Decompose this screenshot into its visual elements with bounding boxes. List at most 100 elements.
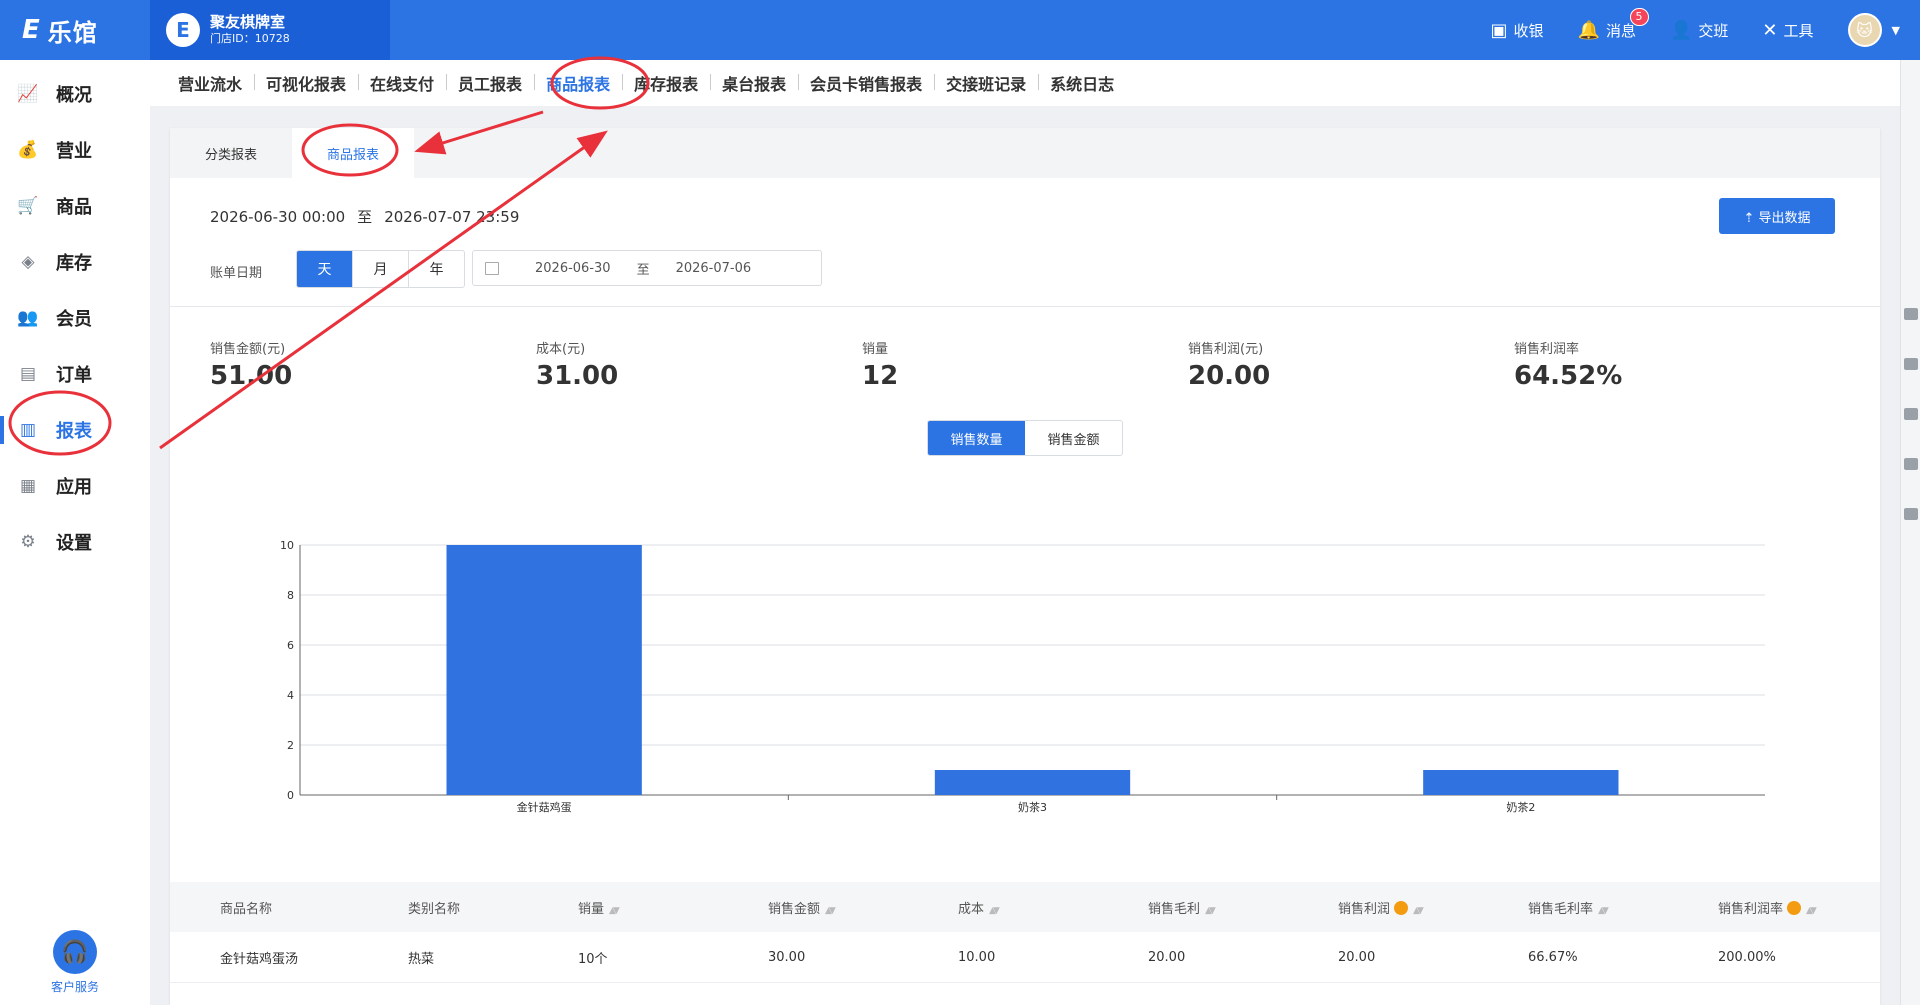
tab-business-flow[interactable]: 营业流水 — [166, 71, 254, 95]
period-day-button[interactable]: 天 — [297, 251, 352, 287]
message-icon[interactable] — [1904, 358, 1918, 370]
tab-shift-records[interactable]: 交接班记录 — [934, 71, 1038, 95]
user-icon[interactable] — [1904, 408, 1918, 420]
toggle-sales-quantity[interactable]: 销售数量 — [928, 421, 1025, 455]
tab-member-card-report[interactable]: 会员卡销售报表 — [798, 71, 934, 95]
sidebar-item-goods[interactable]: 🛒 商品 — [0, 178, 150, 234]
sidebar-item-overview[interactable]: 📈 概况 — [0, 66, 150, 122]
sidebar-item-orders[interactable]: ▤ 订单 — [0, 346, 150, 402]
handover-label: 交班 — [1698, 21, 1729, 40]
bill-date-label: 账单日期 — [210, 266, 263, 281]
right-side-toolbar — [1900, 60, 1920, 1005]
sort-icon[interactable]: ▲▼ — [989, 906, 1000, 916]
column-header[interactable]: 成本 ▲▼ — [928, 898, 1118, 917]
export-data-button[interactable]: ⇡ 导出数据 — [1719, 198, 1835, 234]
column-header[interactable]: 销售利润 ▲▼ — [1308, 898, 1498, 917]
stat-label: 成本(元) — [536, 342, 586, 357]
stat-value: 12 — [862, 361, 899, 391]
sales-bar-chart: 0 2 4 6 8 10 金针菇鸡蛋 奶茶3 奶茶2 — [280, 539, 1765, 814]
column-header-label: 销售金额 — [768, 901, 821, 917]
cash-register-icon: ▣ — [1490, 19, 1508, 41]
tab-visual-report[interactable]: 可视化报表 — [254, 71, 358, 95]
column-header: 商品名称 — [170, 898, 358, 917]
column-header[interactable]: 销售毛利率 ▲▼ — [1498, 898, 1688, 917]
tab-goods-report[interactable]: 商品报表 — [534, 71, 622, 95]
sidebar-item-label: 营业 — [56, 141, 92, 162]
messages-button[interactable]: 🔔 消息 5 — [1578, 7, 1649, 41]
members-icon: 👥 — [17, 308, 39, 328]
tools-button[interactable]: ✕ 工具 — [1762, 20, 1813, 41]
top-bar: E 乐馆 E 聚友棋牌室 门店ID：10728 ▣ 收银 🔔 消息 5 👤 交班… — [0, 0, 1920, 60]
table-row[interactable]: 金针菇鸡蛋汤 热菜 10个 30.00 10.00 20.00 20.00 66.67% 200… — [170, 932, 1880, 983]
sort-icon[interactable]: ▲▼ — [1598, 906, 1609, 916]
app-logo[interactable]: E 乐馆 — [0, 0, 150, 60]
stat-label: 销售金额(元) — [210, 342, 286, 357]
tab-inventory-report[interactable]: 库存报表 — [622, 71, 710, 95]
sidebar-item-inventory[interactable]: ◈ 库存 — [0, 234, 150, 290]
calendar-icon — [485, 261, 499, 275]
tray-icon[interactable] — [1904, 308, 1918, 320]
order-icon: ▤ — [19, 364, 37, 384]
sidebar-item-business[interactable]: 💰 营业 — [0, 122, 150, 178]
column-header[interactable]: 销售毛利 ▲▼ — [1118, 898, 1308, 917]
column-header[interactable]: 销售金额 ▲▼ — [738, 898, 928, 917]
cashier-button[interactable]: ▣ 收银 — [1491, 20, 1544, 41]
sort-icon[interactable]: ▲▼ — [1205, 906, 1216, 916]
period-year-button[interactable]: 年 — [408, 251, 464, 287]
printer-icon[interactable] — [1904, 458, 1918, 470]
cashier-label: 收银 — [1513, 21, 1544, 40]
column-header-label: 销售利润率 — [1718, 901, 1784, 917]
column-header[interactable]: 销量 ▲▼ — [548, 898, 738, 917]
report-panel: 分类报表 商品报表 2026-06-30 00:00 至 2026-07-07 23… — [170, 128, 1880, 1005]
tab-table-report[interactable]: 桌台报表 — [710, 71, 798, 95]
sort-icon[interactable]: ▲▼ — [825, 906, 836, 916]
store-id: 门店ID：10728 — [210, 32, 290, 45]
chevron-down-icon[interactable]: ▼ — [1892, 24, 1900, 37]
subtab-category-report[interactable]: 分类报表 — [170, 128, 292, 178]
sidebar-item-label: 订单 — [56, 365, 92, 386]
tab-online-payment[interactable]: 在线支付 — [358, 71, 446, 95]
tab-staff-report[interactable]: 员工报表 — [446, 71, 534, 95]
column-header[interactable]: 销售利润率 ▲▼ — [1688, 898, 1880, 917]
sort-icon[interactable]: ▲▼ — [1413, 906, 1424, 916]
stat-value: 31.00 — [536, 361, 619, 391]
sidebar-item-members[interactable]: 👥 会员 — [0, 290, 150, 346]
tools-icon: ✕ — [1762, 19, 1778, 41]
period-selector: 天 月 年 — [296, 250, 465, 288]
handover-button[interactable]: 👤 交班 — [1670, 20, 1728, 41]
sidebar-item-apps[interactable]: ▦ 应用 — [0, 458, 150, 514]
period-month-button[interactable]: 月 — [352, 251, 408, 287]
date-range-picker[interactable]: 2026-06-30 至 2026-07-06 — [472, 250, 822, 286]
card-icon[interactable] — [1904, 508, 1918, 520]
table-cell: 热菜 — [408, 951, 435, 967]
subtab-goods-report[interactable]: 商品报表 — [292, 128, 414, 178]
report-tabs: 营业流水 可视化报表 在线支付 员工报表 商品报表 库存报表 桌台报表 会员卡销… — [150, 60, 1900, 106]
toggle-sales-amount[interactable]: 销售金额 — [1025, 421, 1122, 455]
handover-icon: 👤 — [1669, 19, 1693, 41]
date-range-start: 2026-06-30 00:00 — [210, 208, 346, 226]
avatar[interactable]: 🐱 — [1847, 13, 1882, 47]
customer-service-button[interactable]: 🎧 客户服务 — [0, 930, 150, 995]
sidebar-item-reports[interactable]: ▥ 报表 — [0, 402, 150, 458]
layers-icon: ◈ — [21, 252, 35, 272]
sort-icon[interactable]: ▲▼ — [609, 906, 620, 916]
tab-system-log[interactable]: 系统日志 — [1038, 71, 1126, 95]
stat-cost: 成本(元) 31.00 — [536, 338, 618, 391]
sidebar-item-settings[interactable]: ⚙ 设置 — [0, 514, 150, 570]
table-cell: 10.00 — [958, 949, 996, 965]
table-cell: 20.00 — [1338, 949, 1376, 965]
logo-mark: E — [22, 15, 40, 45]
store-icon: E — [166, 13, 200, 47]
date-to: 2026-07-06 — [675, 260, 752, 276]
column-header-label: 类别名称 — [408, 901, 461, 917]
info-tip-icon[interactable] — [1394, 900, 1409, 915]
store-name: 聚友棋牌室 — [210, 13, 286, 31]
info-tip-icon[interactable] — [1787, 900, 1802, 915]
gear-icon: ⚙ — [20, 532, 36, 552]
sort-icon[interactable]: ▲▼ — [1806, 906, 1817, 916]
y-tick-label: 2 — [287, 739, 294, 752]
column-header: 类别名称 — [358, 898, 548, 917]
store-switcher[interactable]: E 聚友棋牌室 门店ID：10728 — [150, 0, 390, 60]
table-body: 金针菇鸡蛋汤 热菜 10个 30.00 10.00 20.00 20.00 66.67% 200… — [170, 932, 1880, 983]
bar-chart-icon: ▥ — [19, 420, 37, 440]
